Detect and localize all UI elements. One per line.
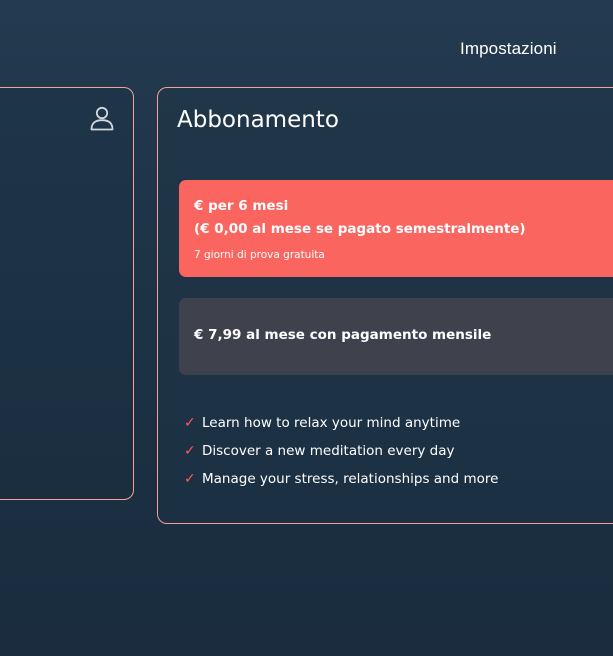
feature-text: Discover a new meditation every day [202,443,455,459]
feature-text: Manage your stress, relationships and mo… [202,471,499,487]
plan-semiannual-option[interactable]: € per 6 mesi (€ 0,00 al mese se pagato s… [179,180,613,277]
check-icon: ✓ [184,415,196,431]
feature-item: ✓ Learn how to relax your mind anytime [184,409,498,437]
plan-monthly-option[interactable]: € 7,99 al mese con pagamento mensile [179,298,613,375]
plan-semiannual-trial: 7 giorni di prova gratuita [194,249,325,261]
subscription-title: Abbonamento [177,107,339,133]
plan-semiannual-monthly-equivalent: (€ 0,00 al mese se pagato semestralmente… [194,221,526,237]
feature-text: Learn how to relax your mind anytime [202,415,461,431]
plan-monthly-price: € 7,99 al mese con pagamento mensile [194,327,492,343]
user-icon[interactable] [89,105,115,131]
feature-list: ✓ Learn how to relax your mind anytime ✓… [184,409,498,493]
feature-item: ✓ Discover a new meditation every day [184,437,498,465]
check-icon: ✓ [184,471,196,487]
settings-link[interactable]: Impostazioni [460,39,557,59]
feature-item: ✓ Manage your stress, relationships and … [184,465,498,493]
profile-panel [0,87,134,500]
check-icon: ✓ [184,443,196,459]
plan-semiannual-price: € per 6 mesi [194,198,289,214]
